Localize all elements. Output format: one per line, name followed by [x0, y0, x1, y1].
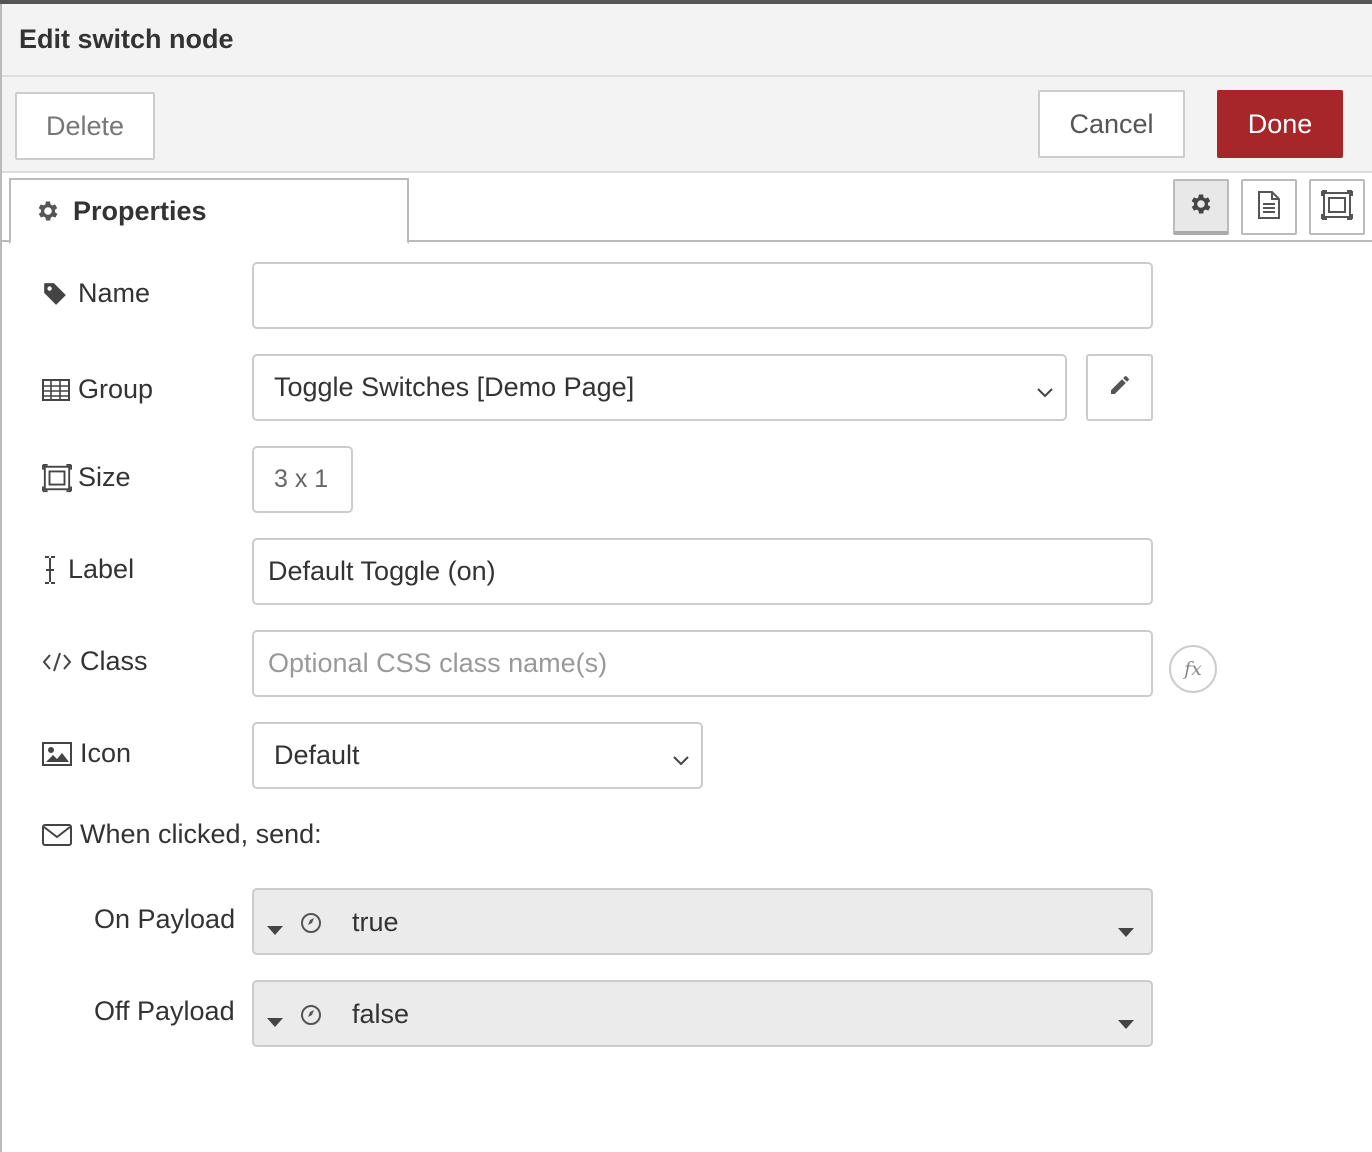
table-icon — [42, 378, 72, 402]
name-label: Name — [78, 278, 151, 308]
group-label-row: Group — [42, 374, 153, 405]
code-icon — [42, 650, 74, 674]
gear-icon — [35, 198, 61, 224]
off-payload-typed-input[interactable]: false — [252, 980, 1153, 1047]
icon-select[interactable]: Default — [252, 722, 703, 789]
gear-icon — [1188, 191, 1214, 222]
done-button[interactable]: Done — [1217, 90, 1343, 158]
button-tray: Delete Cancel Done — [2, 77, 1372, 173]
class-input[interactable]: Optional CSS class name(s) — [252, 630, 1153, 697]
caret-down-icon[interactable] — [266, 912, 284, 943]
icon-label-row: Icon — [42, 738, 131, 769]
off-payload-value: false — [352, 999, 410, 1029]
name-input[interactable] — [252, 262, 1153, 329]
caret-down-icon[interactable] — [1117, 914, 1135, 945]
node-size-icon — [42, 463, 72, 493]
class-label: Class — [80, 646, 148, 676]
edit-group-button[interactable] — [1086, 354, 1153, 421]
description-side-button[interactable] — [1241, 179, 1297, 235]
node-size-icon — [1321, 189, 1353, 225]
tab-properties[interactable]: Properties — [9, 178, 409, 244]
off-payload-label: Off Payload — [94, 996, 235, 1026]
name-label-row: Name — [42, 278, 150, 309]
envelope-icon — [42, 823, 74, 847]
on-payload-label: On Payload — [94, 904, 236, 934]
delete-button[interactable]: Delete — [15, 92, 155, 160]
boolean-icon — [300, 910, 322, 941]
appearance-side-button[interactable] — [1309, 179, 1365, 235]
caret-down-icon[interactable] — [1117, 1006, 1135, 1037]
tab-properties-label: Properties — [73, 195, 207, 226]
chevron-down-icon — [671, 746, 691, 777]
send-label: When clicked, send: — [80, 819, 322, 849]
boolean-icon — [300, 1002, 322, 1033]
icon-select-value: Default — [274, 740, 360, 770]
file-text-icon — [1256, 190, 1282, 225]
dialog-title: Edit switch node — [19, 24, 234, 54]
label-label-row: Label — [42, 554, 134, 585]
send-label-row: When clicked, send: — [42, 819, 322, 850]
caret-down-icon[interactable] — [266, 1004, 284, 1035]
label-label: Label — [68, 554, 135, 584]
icon-label: Icon — [80, 738, 132, 768]
on-payload-typed-input[interactable]: true — [252, 888, 1153, 955]
dialog-title-bar: Edit switch node — [2, 4, 1372, 77]
group-select[interactable]: Toggle Switches [Demo Page] — [252, 354, 1067, 421]
tag-icon — [42, 281, 72, 307]
size-button[interactable]: 3 x 1 — [252, 446, 353, 513]
group-select-value: Toggle Switches [Demo Page] — [274, 372, 635, 402]
chevron-down-icon — [1035, 378, 1055, 409]
size-label: Size — [78, 462, 131, 492]
label-input[interactable]: Default Toggle (on) — [252, 538, 1153, 605]
group-label: Group — [78, 374, 154, 404]
i-cursor-icon — [42, 555, 62, 585]
on-payload-value: true — [352, 907, 399, 937]
fx-button[interactable]: fx — [1169, 645, 1217, 693]
tab-bar: Properties — [2, 173, 1372, 244]
image-icon — [42, 741, 74, 767]
cancel-button[interactable]: Cancel — [1038, 90, 1185, 158]
class-label-row: Class — [42, 646, 148, 677]
size-label-row: Size — [42, 462, 131, 493]
properties-side-button[interactable] — [1173, 179, 1229, 235]
edit-dialog: Edit switch node Delete Cancel Done Prop… — [0, 4, 1372, 1152]
pencil-icon — [1108, 373, 1132, 402]
